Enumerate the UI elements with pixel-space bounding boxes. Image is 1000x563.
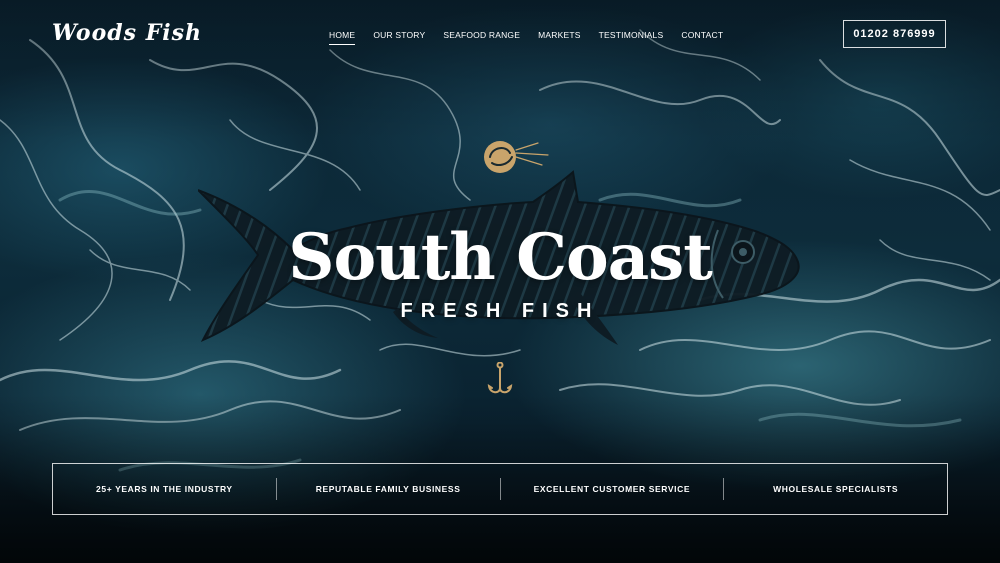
phone-number-button[interactable]: 01202 876999 [843,20,946,48]
hero-title: South Coast [288,220,713,295]
fishing-hook-icon [487,362,513,394]
nav-contact[interactable]: CONTACT [681,30,723,45]
nav-seafood-range[interactable]: SEAFOOD RANGE [443,30,520,45]
feature-customer-service: EXCELLENT CUSTOMER SERVICE [533,484,691,494]
nav-testimonials[interactable]: TESTIMONIALS [599,30,664,45]
nav-our-story[interactable]: OUR STORY [373,30,425,45]
feature-family-business: REPUTABLE FAMILY BUSINESS [315,484,461,494]
hero-subtitle: FRESH FISH [400,300,600,322]
features-bar: 25+ YEARS IN THE INDUSTRY REPUTABLE FAMI… [52,463,948,515]
feature-wholesale: WHOLESALE SPECIALISTS [773,484,899,494]
site-logo[interactable]: Woods Fish [52,20,202,46]
nav-home[interactable]: HOME [329,30,356,45]
feature-years-in-industry: 25+ YEARS IN THE INDUSTRY [96,484,233,494]
nav-markets[interactable]: MARKETS [538,30,581,45]
main-navigation: HOME OUR STORY SEAFOOD RANGE MARKETS TES… [329,30,723,45]
